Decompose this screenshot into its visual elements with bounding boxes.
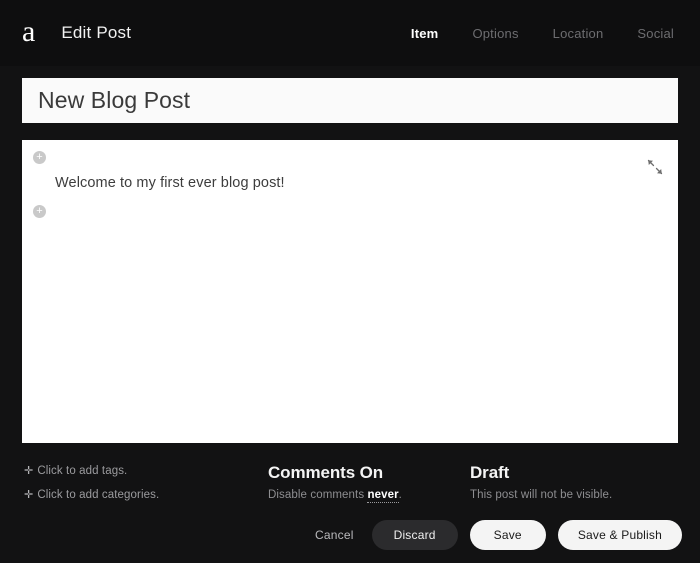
comments-subtext: Disable comments never. <box>268 489 402 503</box>
post-body-editor[interactable]: + + Welcome to my first ever blog post! <box>22 140 678 443</box>
tab-location[interactable]: Location <box>553 26 604 41</box>
post-body-text: Welcome to my first ever blog post! <box>55 175 285 191</box>
comments-disable-value[interactable]: never <box>367 489 399 503</box>
add-tags-link[interactable]: ✛ Click to add tags. <box>24 464 159 477</box>
save-button[interactable]: Save <box>469 520 546 550</box>
post-title-input[interactable]: New Blog Post <box>22 78 678 123</box>
status-subtext: This post will not be visible. <box>470 489 613 501</box>
action-bar: Cancel Discard Save Save & Publish <box>309 520 682 550</box>
publish-status[interactable]: Draft This post will not be visible. <box>470 463 612 501</box>
discard-button[interactable]: Discard <box>371 520 458 550</box>
tab-options[interactable]: Options <box>472 26 518 41</box>
edit-post-window: a Edit Post Item Options Location Social… <box>0 0 700 563</box>
tab-item[interactable]: Item <box>411 26 439 41</box>
add-categories-link[interactable]: ✛ Click to add categories. <box>24 488 159 501</box>
post-meta-row: ✛ Click to add tags. ✛ Click to add catego… <box>0 455 700 510</box>
save-and-publish-button[interactable]: Save & Publish <box>557 520 682 550</box>
plus-icon-tags: ✛ <box>24 465 34 477</box>
comments-setting[interactable]: Comments On Disable comments never. <box>268 463 402 503</box>
status-badge: Draft <box>470 463 510 482</box>
post-title-value: New Blog Post <box>38 87 191 113</box>
cancel-button[interactable]: Cancel <box>309 520 360 550</box>
collapse-arrows-icon[interactable] <box>646 158 664 176</box>
comments-sub-suffix: . <box>398 489 402 501</box>
comments-sub-prefix: Disable comments <box>268 489 368 501</box>
plus-icon-categories: ✛ <box>24 489 34 501</box>
header-nav: Item Options Location Social <box>411 26 678 41</box>
comments-heading: Comments On <box>268 463 384 482</box>
tab-social[interactable]: Social <box>637 26 674 41</box>
add-tags-label: Click to add tags. <box>37 465 128 477</box>
page-title: Edit Post <box>61 23 132 42</box>
add-block-button-top[interactable]: + <box>33 151 46 164</box>
add-block-button-bottom[interactable]: + <box>33 205 46 218</box>
logo-letter-a-icon: a <box>22 15 36 48</box>
brand: a Edit Post <box>22 17 131 49</box>
meta-links: ✛ Click to add tags. ✛ Click to add catego… <box>24 464 159 512</box>
add-categories-label: Click to add categories. <box>37 489 160 501</box>
app-header: a Edit Post Item Options Location Social <box>0 0 700 66</box>
